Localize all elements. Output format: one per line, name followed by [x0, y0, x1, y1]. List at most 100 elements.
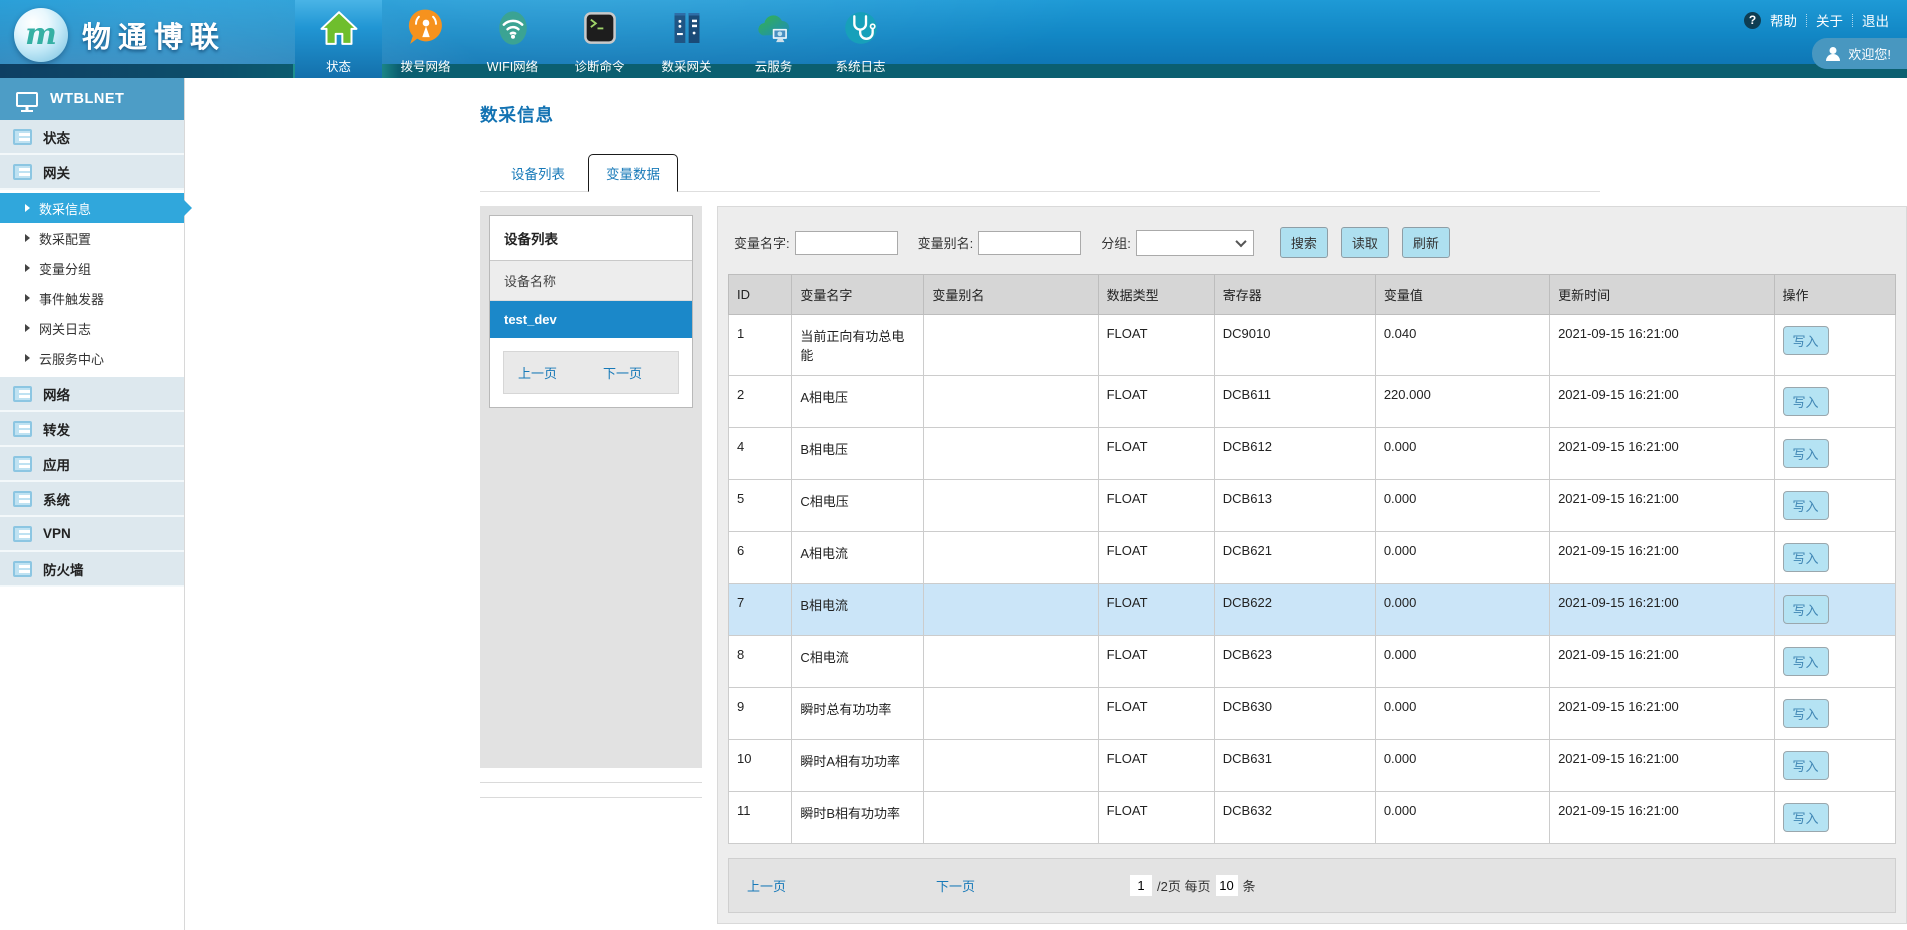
cell-actions: 写入 [1774, 792, 1896, 844]
variable-table: ID变量名字变量别名数据类型寄存器变量值更新时间操作 1当前正向有功总电能FLO… [728, 274, 1896, 844]
sidebar-subitem-event-trigger[interactable]: 事件触发器 [0, 283, 184, 313]
cell-register: DCB621 [1214, 532, 1375, 584]
prev-page-link[interactable]: 上一页 [747, 876, 786, 895]
divider [480, 782, 702, 783]
cell-register: DCB613 [1214, 480, 1375, 532]
cell-alias [924, 688, 1098, 740]
group-select[interactable] [1136, 230, 1254, 256]
device-pagination: 上一页 下一页 [503, 351, 679, 394]
sidebar-subitem-variable-group[interactable]: 变量分组 [0, 253, 184, 283]
about-link[interactable]: 关于 [1816, 10, 1843, 30]
nav-item-diagnostic-command[interactable]: 诊断命令 [556, 0, 643, 78]
nav-item-dialup-network[interactable]: 拨号网络 [382, 0, 469, 78]
sidebar-item-forwarding[interactable]: 转发 [0, 412, 184, 447]
device-next-page-link[interactable]: 下一页 [603, 363, 642, 382]
sidebar-item-status[interactable]: 状态 [0, 120, 184, 155]
cell-name: B相电流 [792, 584, 924, 636]
cell-id: 7 [729, 584, 792, 636]
table-row: 8C相电流FLOATDCB6230.0002021-09-15 16:21:00… [729, 636, 1896, 688]
sidebar-item-vpn[interactable]: VPN [0, 517, 184, 552]
help-link[interactable]: 帮助 [1770, 10, 1797, 30]
sidebar-item-gateway[interactable]: 网关 [0, 155, 184, 190]
welcome-badge[interactable]: 欢迎您! [1812, 38, 1907, 69]
cell-alias [924, 792, 1098, 844]
cell-actions: 写入 [1774, 532, 1896, 584]
nav-item-system-log[interactable]: 系统日志 [817, 0, 904, 78]
read-button[interactable]: 读取 [1341, 227, 1389, 258]
list-icon [13, 386, 32, 402]
table-row: 7B相电流FLOATDCB6220.0002021-09-15 16:21:00… [729, 584, 1896, 636]
arrow-right-icon [25, 204, 30, 212]
cell-actions: 写入 [1774, 688, 1896, 740]
content-columns: 设备列表 设备名称 test_dev 上一页 下一页 变量名字: [480, 206, 1907, 924]
page-number-input[interactable] [1130, 875, 1152, 896]
nav-item-wifi-network[interactable]: WIFI网络 [469, 0, 556, 78]
cell-updated: 2021-09-15 16:21:00 [1550, 688, 1774, 740]
arrow-right-icon [25, 234, 30, 242]
sidebar-subitem-gateway-log[interactable]: 网关日志 [0, 313, 184, 343]
sidebar-item-system[interactable]: 系统 [0, 482, 184, 517]
nav-item-status[interactable]: 状态 [295, 0, 382, 78]
nav-item-cloud-service[interactable]: 云服务 [730, 0, 817, 78]
write-button[interactable]: 写入 [1783, 543, 1829, 572]
write-button[interactable]: 写入 [1783, 387, 1829, 416]
cell-actions: 写入 [1774, 315, 1896, 376]
cell-id: 2 [729, 376, 792, 428]
cell-updated: 2021-09-15 16:21:00 [1550, 480, 1774, 532]
cell-alias [924, 584, 1098, 636]
write-button[interactable]: 写入 [1783, 647, 1829, 676]
sidebar-subitem-label: 数采配置 [39, 229, 91, 248]
page-info: /2页 每页 条 [1130, 875, 1255, 896]
cell-value: 0.000 [1375, 740, 1549, 792]
sidebar-item-firewall[interactable]: 防火墙 [0, 552, 184, 587]
home-icon [319, 6, 359, 50]
nav-item-data-gateway[interactable]: 数采网关 [643, 0, 730, 78]
logout-link[interactable]: 退出 [1862, 10, 1889, 30]
write-button[interactable]: 写入 [1783, 326, 1829, 355]
device-row-selected[interactable]: test_dev [490, 301, 692, 338]
variable-alias-input[interactable] [978, 231, 1081, 255]
write-button[interactable]: 写入 [1783, 491, 1829, 520]
cell-register: DCB622 [1214, 584, 1375, 636]
variable-name-input[interactable] [795, 231, 898, 255]
cell-value: 0.000 [1375, 636, 1549, 688]
table-pagination: 上一页 下一页 /2页 每页 条 [728, 858, 1896, 913]
cell-register: DC9010 [1214, 315, 1375, 376]
write-button[interactable]: 写入 [1783, 699, 1829, 728]
sidebar-subitem-cloud-service-center[interactable]: 云服务中心 [0, 343, 184, 373]
arrow-right-icon [25, 354, 30, 362]
cell-updated: 2021-09-15 16:21:00 [1550, 315, 1774, 376]
table-row: 5C相电压FLOATDCB6130.0002021-09-15 16:21:00… [729, 480, 1896, 532]
sidebar-subitem-data-collection-config[interactable]: 数采配置 [0, 223, 184, 253]
write-button[interactable]: 写入 [1783, 751, 1829, 780]
main-content: 数采信息 设备列表 变量数据 设备列表 设备名称 test_dev 上一页 下一… [185, 78, 1907, 930]
cell-updated: 2021-09-15 16:21:00 [1550, 740, 1774, 792]
sidebar-subitem-data-collection-info[interactable]: 数采信息 [0, 193, 184, 223]
column-header-8: 操作 [1774, 275, 1896, 315]
search-button[interactable]: 搜索 [1280, 227, 1328, 258]
cell-actions: 写入 [1774, 584, 1896, 636]
tab-device-list[interactable]: 设备列表 [494, 155, 582, 191]
group-label: 分组: [1101, 233, 1131, 252]
sidebar-item-network[interactable]: 网络 [0, 377, 184, 412]
write-button[interactable]: 写入 [1783, 439, 1829, 468]
tab-variable-data[interactable]: 变量数据 [588, 154, 678, 192]
cell-value: 0.000 [1375, 428, 1549, 480]
cell-alias [924, 480, 1098, 532]
nav-item-label: 状态 [326, 56, 351, 76]
page-size-input[interactable] [1216, 875, 1238, 896]
wifi-icon [493, 6, 533, 50]
write-button[interactable]: 写入 [1783, 803, 1829, 832]
device-panel: 设备列表 设备名称 test_dev 上一页 下一页 [480, 206, 702, 768]
next-page-link[interactable]: 下一页 [936, 876, 975, 895]
column-header-6: 变量值 [1375, 275, 1549, 315]
cell-alias [924, 740, 1098, 792]
cell-id: 6 [729, 532, 792, 584]
sidebar-item-application[interactable]: 应用 [0, 447, 184, 482]
refresh-button[interactable]: 刷新 [1402, 227, 1450, 258]
column-header-2: 变量名字 [792, 275, 924, 315]
nav-bottom-strip [0, 64, 1907, 78]
write-button[interactable]: 写入 [1783, 595, 1829, 624]
cell-type: FLOAT [1098, 376, 1214, 428]
device-prev-page-link[interactable]: 上一页 [518, 363, 557, 382]
